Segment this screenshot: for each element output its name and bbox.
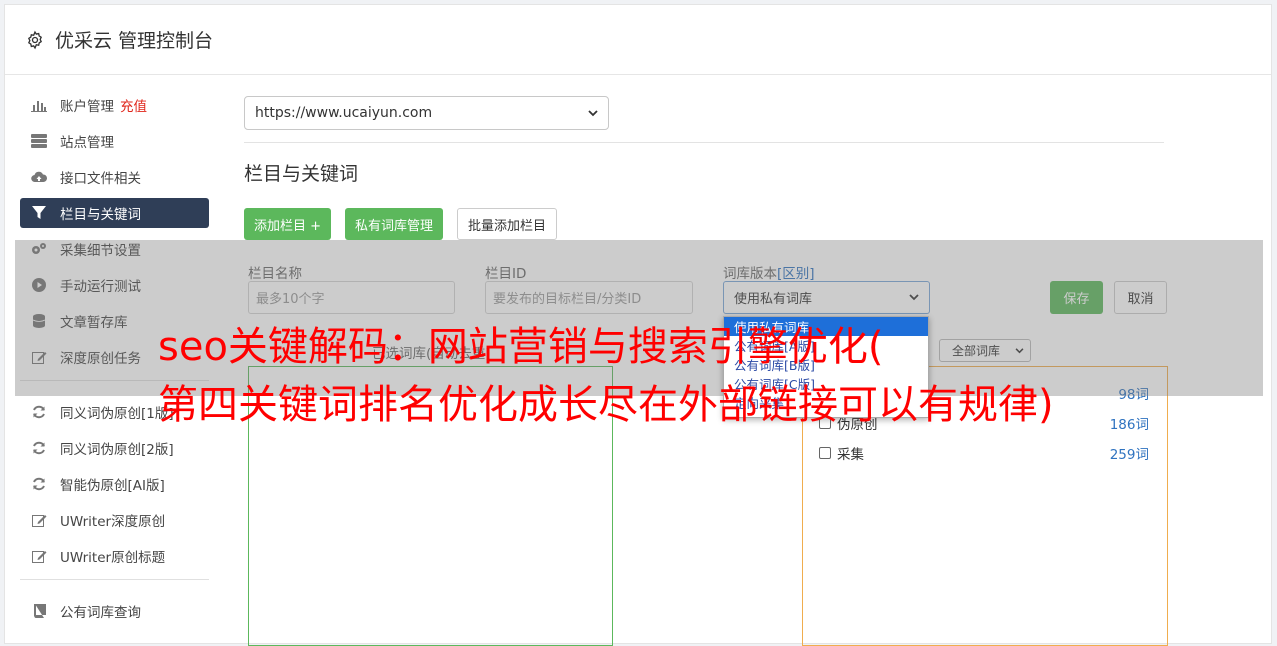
cloud-upload-icon — [31, 169, 47, 185]
private-library-button[interactable]: 私有词库管理 — [345, 208, 444, 240]
book-icon — [31, 603, 47, 619]
add-column-button[interactable]: 添加栏目 + — [244, 208, 332, 240]
main-content: https://www.ucaiyun.com 栏目与关键词 添加栏目 + 私有… — [244, 96, 1164, 240]
sidebar-item-synonym-v2[interactable]: 同义词伪原创[2版] — [20, 433, 209, 463]
page-title: 优采云 管理控制台 — [55, 30, 214, 52]
sidebar-item-uwriter-title[interactable]: UWriter原创标题 — [20, 541, 209, 571]
library-count: 259词 — [1109, 447, 1149, 463]
section-title: 栏目与关键词 — [244, 163, 359, 185]
refresh-icon — [31, 440, 47, 456]
server-icon — [31, 133, 47, 149]
sidebar-item-public-lib[interactable]: 公有词库查询 — [20, 596, 209, 626]
sidebar-item-label: 同义词伪原创[1版] — [60, 406, 174, 422]
sidebar-item-columns[interactable]: 栏目与关键词 — [20, 198, 209, 228]
chevron-down-icon — [588, 109, 598, 116]
sidebar-item-label: 同义词伪原创[2版] — [60, 442, 174, 458]
overlay-band — [15, 240, 1263, 396]
recharge-link[interactable]: 充值 — [120, 95, 147, 115]
sidebar-item-label: 账户管理 — [60, 99, 114, 115]
site-select-value: https://www.ucaiyun.com — [255, 105, 433, 121]
sidebar-item-label: 接口文件相关 — [60, 171, 141, 187]
bar-chart-icon — [31, 97, 47, 113]
library-count: 186词 — [1109, 417, 1149, 433]
refresh-icon — [31, 404, 47, 420]
divider — [244, 142, 1164, 143]
sidebar-item-label: 栏目与关键词 — [60, 207, 141, 223]
sidebar-item-label: 智能伪原创[AI版] — [60, 478, 165, 494]
library-name: 采集 — [837, 447, 864, 463]
sidebar-item-label: UWriter深度原创 — [60, 514, 166, 530]
sidebar-item-label: 站点管理 — [60, 135, 114, 151]
sidebar-item-account[interactable]: 账户管理 充值 — [20, 90, 209, 120]
filter-icon — [31, 205, 47, 221]
library-row[interactable]: 采集 259词 — [819, 443, 1149, 463]
sidebar-item-label: 公有词库查询 — [60, 605, 141, 621]
sidebar-item-interface[interactable]: 接口文件相关 — [20, 162, 209, 192]
watermark-line-1: seo关键解码：网站营销与搜索引擎优化( — [158, 324, 884, 370]
watermark-line-2: 第四关键词排名优化成长尽在外部链接可以有规律) — [158, 382, 1054, 428]
sidebar-divider — [20, 579, 209, 580]
header: 优采云 管理控制台 — [5, 5, 1271, 75]
edit-icon — [31, 512, 47, 528]
batch-add-button[interactable]: 批量添加栏目 — [457, 208, 558, 240]
sidebar-item-uwriter-deep[interactable]: UWriter深度原创 — [20, 505, 209, 535]
toolbar: 添加栏目 + 私有词库管理 批量添加栏目 — [244, 208, 1164, 240]
sidebar-item-label: UWriter原创标题 — [60, 550, 166, 566]
sidebar-item-sites[interactable]: 站点管理 — [20, 126, 209, 156]
sidebar-item-ai-rewrite[interactable]: 智能伪原创[AI版] — [20, 469, 209, 499]
site-select[interactable]: https://www.ucaiyun.com — [244, 96, 609, 130]
checkbox[interactable] — [819, 447, 831, 459]
edit-icon — [31, 548, 47, 564]
refresh-icon — [31, 476, 47, 492]
gear-icon — [27, 30, 43, 49]
